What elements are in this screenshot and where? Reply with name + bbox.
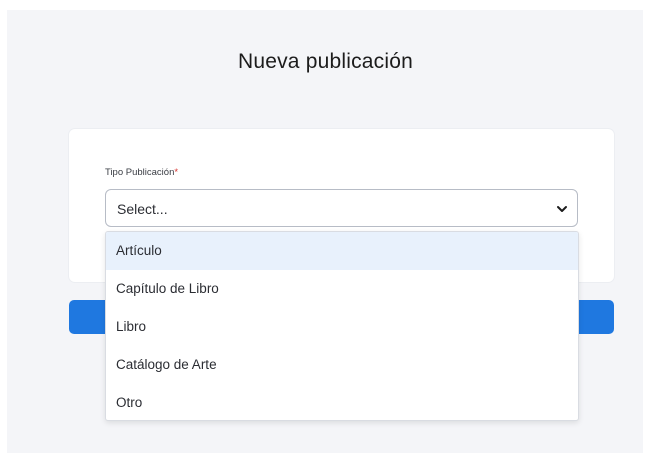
- select-placeholder: Select...: [117, 201, 168, 217]
- dropdown-option-capitulo-de-libro[interactable]: Capítulo de Libro: [106, 270, 578, 308]
- tipo-publicacion-label: Tipo Publicación*: [105, 167, 178, 178]
- dropdown-option-otro[interactable]: Otro: [106, 384, 578, 420]
- dropdown-menu: Artículo Capítulo de Libro Libro Catálog…: [105, 231, 579, 421]
- tipo-publicacion-select[interactable]: Select...: [105, 189, 578, 227]
- chevron-down-icon[interactable]: [555, 202, 569, 216]
- dropdown-option-articulo[interactable]: Artículo: [106, 232, 578, 270]
- page-title: Nueva publicación: [237, 50, 413, 73]
- dropdown-option-catalogo-de-arte[interactable]: Catálogo de Arte: [106, 346, 578, 384]
- dropdown-option-libro[interactable]: Libro: [106, 308, 578, 346]
- tipo-publicacion-label-text: Tipo Publicación: [105, 167, 175, 178]
- required-marker: *: [174, 167, 179, 178]
